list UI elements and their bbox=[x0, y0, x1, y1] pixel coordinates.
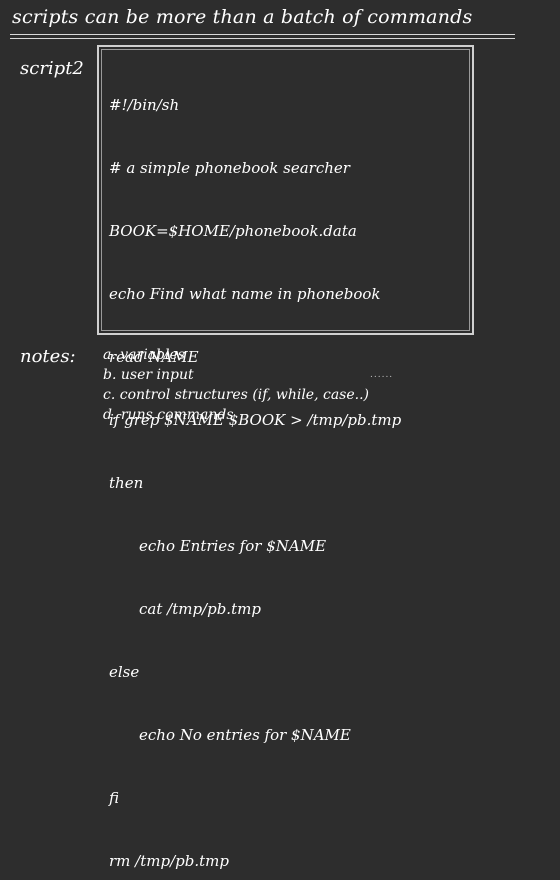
title-rule-top bbox=[10, 34, 515, 35]
code-line: rm /tmp/pb.tmp bbox=[109, 852, 229, 870]
note-item: c. control structures (if, while, case..… bbox=[103, 387, 369, 403]
code-line: else bbox=[109, 663, 140, 681]
code-line: echo Find what name in phonebook bbox=[109, 285, 381, 303]
note-item: d. runs commands bbox=[103, 407, 234, 423]
slide-title: scripts can be more than a batch of comm… bbox=[12, 6, 473, 28]
code-listing: #!/bin/sh # a simple phonebook searcher … bbox=[109, 53, 468, 880]
notes-label: notes: bbox=[20, 346, 76, 367]
code-line: echo Entries for $NAME bbox=[139, 537, 327, 555]
title-rule-bottom bbox=[10, 38, 515, 39]
notes-list: a. variables b. user input c. control st… bbox=[103, 345, 369, 425]
code-line: BOOK=$HOME/phonebook.data bbox=[109, 222, 357, 240]
note-item: a. variables bbox=[103, 347, 185, 363]
ellipsis-dots: ...... bbox=[370, 370, 394, 380]
code-line: # a simple phonebook searcher bbox=[109, 159, 350, 177]
code-line: then bbox=[109, 474, 144, 492]
code-line: #!/bin/sh bbox=[109, 96, 180, 114]
script-label: script2 bbox=[20, 58, 84, 79]
code-line: cat /tmp/pb.tmp bbox=[139, 600, 261, 618]
code-box: #!/bin/sh # a simple phonebook searcher … bbox=[97, 45, 474, 870]
code-line: echo No entries for $NAME bbox=[139, 726, 351, 744]
note-item: b. user input bbox=[103, 367, 194, 383]
code-line: fi bbox=[109, 789, 120, 807]
